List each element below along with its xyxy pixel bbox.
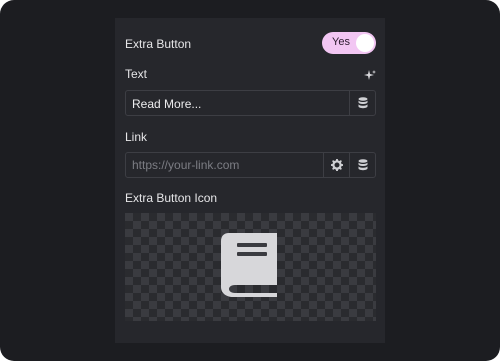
link-input[interactable]: [126, 153, 322, 177]
toggle-state-label: Yes: [332, 36, 350, 48]
sparkle-icon[interactable]: [363, 69, 377, 83]
link-field[interactable]: [125, 152, 376, 178]
extra-button-icon-label: Extra Button Icon: [125, 191, 218, 205]
extra-button-label: Extra Button: [125, 37, 192, 51]
database-icon: [358, 159, 367, 171]
text-field-value: Read More...: [132, 97, 202, 111]
gear-icon: [330, 159, 343, 171]
text-field[interactable]: Read More...: [125, 90, 376, 116]
extra-button-toggle[interactable]: Yes: [322, 32, 376, 54]
text-dynamic-button[interactable]: [349, 91, 375, 115]
link-settings-button[interactable]: [323, 153, 349, 177]
toggle-knob: [356, 34, 374, 52]
icon-picker-preview[interactable]: [125, 213, 376, 321]
database-icon: [358, 97, 367, 109]
settings-panel: Extra Button Yes Text Read More... Link: [115, 18, 385, 343]
link-label: Link: [125, 130, 148, 144]
app-window: Extra Button Yes Text Read More... Link: [0, 0, 500, 361]
link-dynamic-button[interactable]: [349, 153, 375, 177]
text-label: Text: [125, 67, 148, 81]
book-icon: [221, 233, 277, 297]
